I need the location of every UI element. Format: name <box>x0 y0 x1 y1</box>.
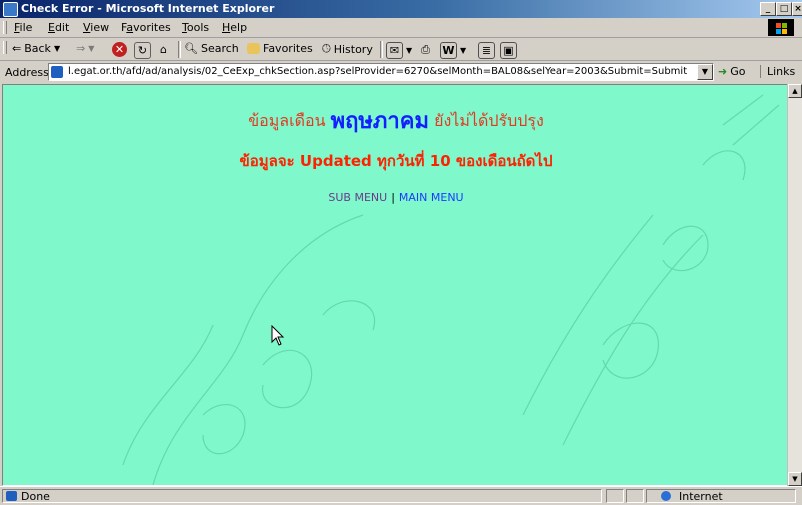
dropdown-arrow-icon: ▼ <box>406 46 413 55</box>
ie-app-icon[interactable] <box>3 2 18 17</box>
menu-tools[interactable]: Tools <box>182 21 209 34</box>
dropdown-arrow-icon: ▼ <box>460 46 467 55</box>
back-arrow-icon: ⇐ <box>12 42 22 55</box>
toolbar-separator <box>178 41 181 58</box>
print-button[interactable]: ⎙ <box>418 42 433 57</box>
refresh-button[interactable]: ↻ <box>134 42 151 59</box>
mail-icon: ✉ <box>386 42 403 59</box>
close-button[interactable]: × <box>792 2 802 16</box>
favorites-folder-icon <box>247 43 260 54</box>
mouse-cursor-icon <box>271 325 285 346</box>
toolbar-grip[interactable] <box>3 41 7 54</box>
messenger-button[interactable]: ▣ <box>500 42 517 59</box>
dropdown-arrow-icon: ▼ <box>88 44 95 53</box>
stop-icon: ✕ <box>112 42 127 57</box>
address-dropdown-button[interactable]: ▼ <box>697 64 713 80</box>
title-bar: Check Error - Microsoft Internet Explore… <box>0 0 802 18</box>
window-title: Check Error - Microsoft Internet Explore… <box>21 2 275 15</box>
menu-grip[interactable] <box>3 21 7 34</box>
home-icon: ⌂ <box>160 43 167 56</box>
status-panel-empty <box>626 489 644 503</box>
menu-bar: File Edit View Favorites Tools Help <box>0 18 802 38</box>
university-watermark <box>122 94 780 485</box>
address-bar: Address l.egat.or.th/afd/ad/analysis/02_… <box>0 61 802 83</box>
scroll-up-arrow-icon[interactable]: ▲ <box>788 84 802 98</box>
search-icon: 🔍︎ <box>184 42 198 55</box>
status-bar: Done Internet <box>0 486 802 505</box>
page-viewport: ข้อมูลเดือน พฤษภาคม ยังไม่ได้ปรับปรุง ข้… <box>2 84 790 486</box>
print-icon: ⎙ <box>421 43 430 56</box>
page-icon <box>51 66 63 78</box>
month-name: พฤษภาคม <box>330 108 430 134</box>
dropdown-arrow-icon: ▼ <box>53 44 61 53</box>
go-button[interactable]: ➜ Go <box>718 65 745 78</box>
menu-favorites[interactable]: Favorites <box>121 21 171 34</box>
vertical-scrollbar[interactable]: ▲ ▼ <box>787 84 802 486</box>
menu-edit[interactable]: Edit <box>48 21 69 34</box>
status-message-line1: ข้อมูลเดือน พฤษภาคม ยังไม่ได้ปรับปรุง <box>248 108 544 134</box>
back-button[interactable]: ⇐ Back ▼ <box>12 42 60 55</box>
forward-arrow-icon: ⇒ <box>76 42 86 55</box>
home-button[interactable]: ⌂ <box>156 42 171 57</box>
refresh-icon: ↻ <box>134 42 151 59</box>
address-input[interactable]: l.egat.or.th/afd/ad/analysis/02_CeExp_ch… <box>48 63 714 81</box>
links-button[interactable]: Links <box>760 65 795 78</box>
menu-help[interactable]: Help <box>222 21 247 34</box>
maximize-button[interactable]: □ <box>776 2 792 16</box>
go-arrow-icon: ➜ <box>718 65 728 78</box>
windows-logo <box>768 19 794 36</box>
word-edit-icon: W <box>440 42 457 59</box>
favorites-button[interactable]: Favorites <box>247 42 313 55</box>
status-panel-empty <box>606 489 624 503</box>
menu-file[interactable]: File <box>14 21 32 34</box>
discuss-icon: ≣ <box>478 42 495 59</box>
scroll-down-arrow-icon[interactable]: ▼ <box>788 472 802 486</box>
discuss-button[interactable]: ≣ <box>478 42 495 59</box>
standard-toolbar: ⇐ Back ▼ ⇒ ▼ ✕ ↻ ⌂ 🔍︎ Search Favorites 🕓︎… <box>0 38 802 61</box>
search-button[interactable]: 🔍︎ Search <box>184 42 239 55</box>
stop-button[interactable]: ✕ <box>112 42 127 57</box>
status-text: Done <box>21 490 50 503</box>
menu-links: SUB MENU | MAIN MENU <box>328 191 464 204</box>
sub-menu-link[interactable]: SUB MENU <box>328 191 387 204</box>
minimize-button[interactable]: _ <box>760 2 776 16</box>
internet-globe-icon <box>661 491 671 501</box>
status-message-line2: ข้อมูลจะ Updated ทุกวันที่ 10 ของเดือนถั… <box>239 152 553 170</box>
history-icon: 🕓︎ <box>322 42 331 55</box>
history-button[interactable]: 🕓︎ History <box>322 42 373 56</box>
status-main-panel: Done <box>2 489 602 503</box>
menu-view[interactable]: View <box>83 21 109 34</box>
mail-button[interactable]: ✉ ▼ <box>386 42 412 59</box>
address-label: Address <box>5 66 49 79</box>
toolbar-separator <box>380 41 383 58</box>
edit-button[interactable]: W ▼ <box>440 42 466 59</box>
page-done-icon <box>6 491 17 501</box>
zone-text: Internet <box>679 490 723 503</box>
security-zone-panel: Internet <box>646 489 796 503</box>
address-url[interactable]: l.egat.or.th/afd/ad/analysis/02_CeExp_ch… <box>68 66 687 77</box>
messenger-icon: ▣ <box>500 42 517 59</box>
forward-button[interactable]: ⇒ ▼ <box>76 42 94 55</box>
main-menu-link[interactable]: MAIN MENU <box>399 191 464 204</box>
